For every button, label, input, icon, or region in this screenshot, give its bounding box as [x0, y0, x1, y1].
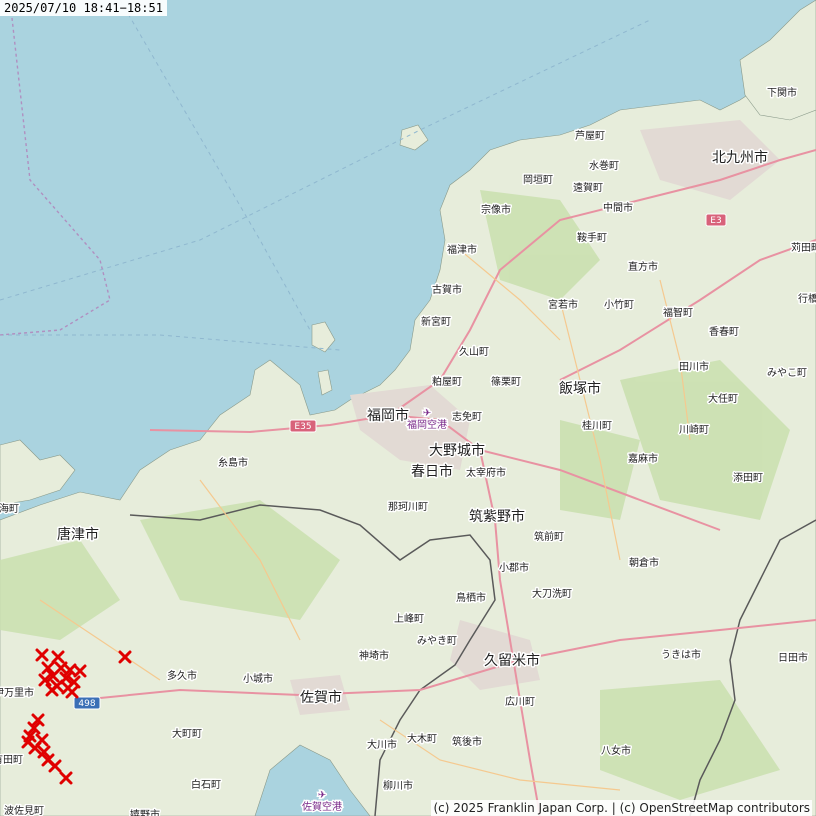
- city-label: 志免町: [452, 410, 482, 423]
- city-label: 行橋: [798, 292, 816, 305]
- city-label: 大野城市: [429, 442, 485, 459]
- airport-label: 福岡空港: [407, 418, 447, 431]
- city-label: 宮若市: [548, 298, 578, 311]
- city-label: 多久市: [167, 669, 197, 682]
- city-label: 大木町: [407, 732, 437, 745]
- city-label: 大任町: [708, 392, 738, 405]
- map-attribution[interactable]: (c) 2025 Franklin Japan Corp. | (c) Open…: [431, 800, 812, 816]
- city-label: 田川市: [679, 360, 709, 373]
- city-label: 久留米市: [484, 652, 540, 669]
- city-label: 大町町: [172, 727, 202, 740]
- city-label: 大刀洗町: [532, 587, 572, 600]
- city-label: 鳥栖市: [456, 591, 486, 604]
- city-label: 下関市: [767, 86, 797, 99]
- road-shield: 498: [73, 696, 101, 710]
- road-shield-label: 498: [78, 699, 95, 709]
- city-label: 福津市: [447, 243, 477, 256]
- city-label: 海町: [0, 502, 19, 515]
- road-shield-label: E35: [294, 422, 311, 432]
- city-label: みやき町: [417, 635, 457, 647]
- city-label: 香春町: [709, 326, 739, 338]
- city-label: 朝倉市: [629, 556, 659, 569]
- city-label: 苅田町: [791, 241, 816, 254]
- city-label: 糸島市: [218, 456, 248, 469]
- city-label: 柳川市: [383, 779, 413, 792]
- city-label: 八女市: [601, 744, 631, 757]
- city-label: 直方市: [628, 260, 658, 273]
- city-label: 北九州市: [712, 149, 768, 166]
- city-label: 筑紫野市: [469, 508, 525, 525]
- city-label: みやこ町: [767, 367, 807, 379]
- city-label: 飯塚市: [559, 380, 601, 397]
- city-label: 桂川町: [582, 419, 612, 432]
- airplane-icon: ✈: [318, 790, 326, 801]
- city-label: 神埼市: [359, 649, 389, 662]
- map-canvas[interactable]: 北九州市 下関市福岡市大野城市春日市筑紫野市 飯塚市久留米市佐賀市 唐津市 芦屋町水巻町…: [0, 0, 816, 816]
- city-label: 春日市: [411, 463, 453, 480]
- city-label: 福岡市: [367, 407, 409, 424]
- city-label: 久山町: [459, 346, 489, 358]
- city-label: 篠栗町: [491, 375, 521, 388]
- city-label: 福智町: [663, 306, 693, 319]
- city-label: 添田町: [733, 471, 763, 484]
- city-label: 中間市: [603, 201, 633, 214]
- city-label: 水巻町: [589, 160, 619, 172]
- road-shield: E3: [705, 213, 727, 227]
- city-label: 粕屋町: [432, 375, 462, 388]
- city-label: うきは市: [661, 648, 701, 661]
- city-label: 大川市: [367, 738, 397, 751]
- city-label: 佐賀市: [300, 689, 342, 706]
- city-label: 筑前町: [534, 530, 564, 543]
- road-shield-label: E3: [710, 216, 721, 226]
- city-label: 太宰府市: [466, 466, 506, 479]
- city-label: 小竹町: [604, 298, 634, 311]
- city-label: 遠賀町: [573, 181, 603, 194]
- city-label: 白石町: [191, 778, 221, 791]
- city-label: 唐津市: [57, 526, 99, 543]
- airport-label: 佐賀空港: [302, 800, 342, 813]
- city-label: 那珂川町: [388, 501, 428, 513]
- city-label: 岡垣町: [523, 174, 553, 186]
- city-label: 有田町: [0, 753, 23, 766]
- city-label: 上峰町: [394, 613, 424, 625]
- city-label: 広川町: [505, 695, 535, 708]
- city-label: 伊万里市: [0, 686, 34, 699]
- city-label: 嬉野市: [130, 808, 160, 816]
- city-label: 波佐見町: [4, 804, 44, 816]
- city-label: 筑後市: [452, 735, 482, 748]
- city-label: 芦屋町: [575, 130, 605, 142]
- city-label: 小城市: [243, 672, 273, 685]
- road-shield: E35: [289, 419, 317, 433]
- city-label: 川崎町: [679, 423, 709, 436]
- city-label: 嘉麻市: [628, 452, 658, 465]
- city-label: 宗像市: [481, 203, 511, 216]
- city-label: 古賀市: [432, 283, 462, 296]
- city-label: 新宮町: [421, 315, 451, 328]
- city-label: 日田市: [778, 651, 808, 664]
- time-range-label: 2025/07/10 18:41−18:51: [0, 0, 167, 16]
- airplane-icon: ✈: [423, 408, 431, 419]
- city-label: 鞍手町: [577, 231, 607, 244]
- city-label: 小郡市: [499, 561, 529, 574]
